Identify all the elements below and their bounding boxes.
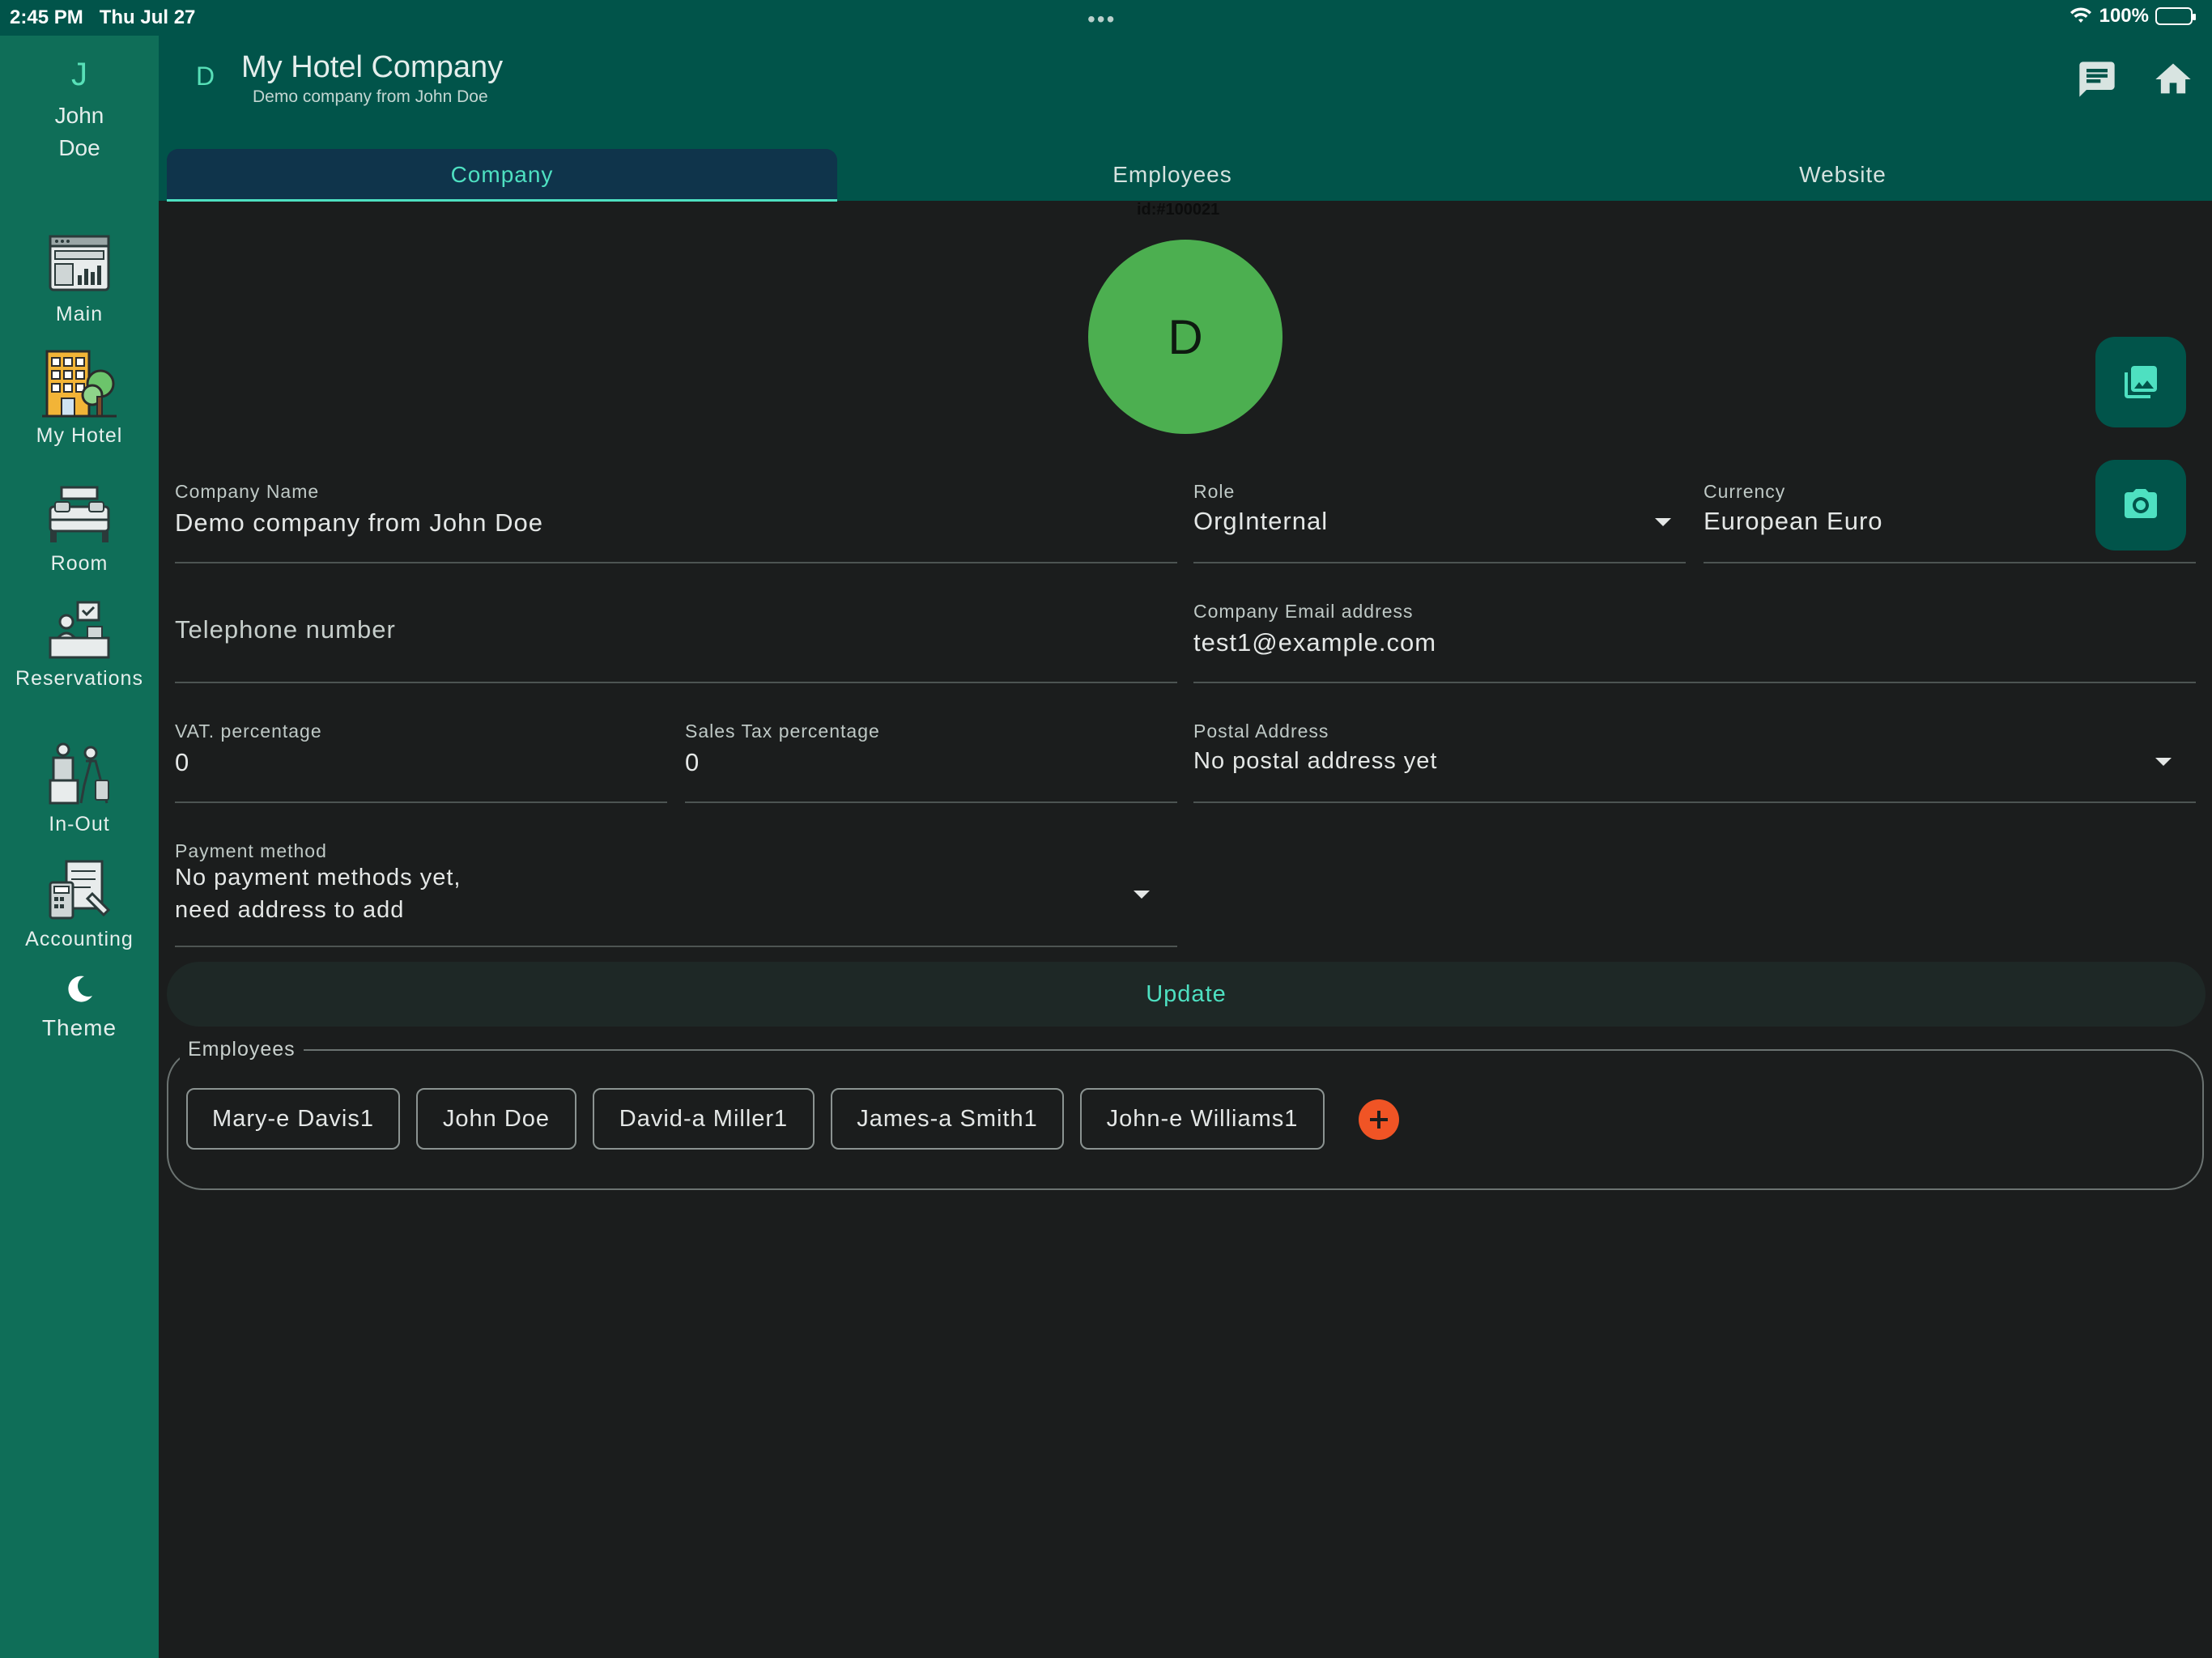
role-value: OrgInternal <box>1193 507 1329 535</box>
wifi-icon <box>2069 7 2091 23</box>
company-email-label: Company Email address <box>1193 601 1414 622</box>
dashboard-icon <box>49 235 110 291</box>
upload-image-button[interactable] <box>2095 337 2186 427</box>
company-name-value: Demo company from John Doe <box>175 508 544 537</box>
tab-indicator <box>167 199 837 202</box>
sidebar-item-in-out-label: In-Out <box>49 813 110 835</box>
company-name-field[interactable]: Company Name Demo company from John Doe <box>175 481 1177 563</box>
home-icon[interactable] <box>2152 58 2194 100</box>
sales-tax-field[interactable]: Sales Tax percentage 0 <box>685 721 1177 803</box>
company-email-value: test1@example.com <box>1193 628 1437 657</box>
tab-employees[interactable]: Employees <box>837 149 1508 201</box>
postal-address-value: No postal address yet <box>1193 748 1438 774</box>
currency-label: Currency <box>1704 481 1786 502</box>
payment-method-value-line2: need address to add <box>175 897 405 923</box>
page-subtitle: Demo company from John Doe <box>253 87 488 106</box>
multitasking-dots-icon[interactable]: ••• <box>1087 6 1116 32</box>
sidebar-item-in-out[interactable]: In-Out <box>0 740 159 836</box>
postal-address-label: Postal Address <box>1193 721 1329 742</box>
battery-percent: 100% <box>2099 5 2149 27</box>
employee-chip[interactable]: John-e Williams1 <box>1080 1088 1325 1150</box>
accounting-calculator-icon <box>49 860 111 920</box>
telephone-placeholder: Telephone number <box>175 615 396 644</box>
sidebar-item-my-hotel-label: My Hotel <box>36 424 123 447</box>
telephone-field[interactable]: Telephone number <box>175 601 1177 683</box>
add-employee-button[interactable] <box>1359 1099 1399 1140</box>
role-dropdown-arrow-icon <box>1655 518 1671 526</box>
reservations-desk-icon <box>49 601 110 659</box>
status-bar: 2:45 PM Thu Jul 27 ••• 100% <box>0 0 2212 36</box>
sidebar-item-main-label: Main <box>55 303 104 325</box>
postal-address-select[interactable]: Postal Address No postal address yet <box>1193 721 2196 803</box>
employee-chip[interactable]: John Doe <box>416 1088 576 1150</box>
checkin-luggage-icon <box>49 742 109 805</box>
company-avatar[interactable]: D <box>1088 240 1283 434</box>
payment-method-dropdown-arrow-icon <box>1134 891 1150 899</box>
page-title: My Hotel Company <box>241 50 504 84</box>
photo-library-icon <box>2125 366 2157 398</box>
status-time: 2:45 PM <box>10 6 83 28</box>
sidebar: J John Doe Main My Hotel Room Reservatio… <box>0 36 159 1658</box>
user-last-name: Doe <box>58 135 100 160</box>
room-bed-icon <box>49 486 110 542</box>
role-select[interactable]: Role OrgInternal <box>1193 481 1686 563</box>
update-button[interactable]: Update <box>167 962 2206 1027</box>
plus-icon <box>1370 1111 1388 1129</box>
sidebar-item-reservations[interactable]: Reservations <box>0 597 159 691</box>
currency-value: European Euro <box>1704 507 1883 535</box>
sidebar-item-theme[interactable]: Theme <box>0 973 159 1041</box>
sidebar-item-room[interactable]: Room <box>0 483 159 576</box>
sales-tax-label: Sales Tax percentage <box>685 721 880 742</box>
employees-legend: Employees <box>180 1038 304 1061</box>
company-initial[interactable]: D <box>196 62 215 91</box>
postal-address-dropdown-arrow-icon <box>2155 758 2172 766</box>
tab-company[interactable]: Company <box>167 149 837 201</box>
payment-method-value-line1: No payment methods yet, <box>175 865 462 891</box>
user-first-name: John <box>54 103 104 128</box>
company-name-label: Company Name <box>175 481 320 502</box>
employee-chip[interactable]: David-a Miller1 <box>593 1088 815 1150</box>
sales-tax-value: 0 <box>685 748 700 776</box>
sidebar-item-theme-label: Theme <box>41 1015 117 1040</box>
tab-bar: Company Employees Website <box>167 149 2206 201</box>
status-right: 100% <box>2069 5 2196 28</box>
status-date: Thu Jul 27 <box>99 6 196 28</box>
sidebar-item-accounting[interactable]: Accounting <box>0 858 159 951</box>
vat-percentage-field[interactable]: VAT. percentage 0 <box>175 721 667 803</box>
payment-method-select[interactable]: Payment method No payment methods yet, n… <box>175 840 1177 947</box>
user-initial: J <box>71 57 87 92</box>
sidebar-item-reservations-label: Reservations <box>15 667 143 690</box>
sidebar-item-room-label: Room <box>50 552 108 575</box>
company-id: id:#100021 <box>1137 201 1220 219</box>
battery-icon <box>2155 7 2196 25</box>
employee-chip[interactable]: Mary-e Davis1 <box>186 1088 400 1150</box>
employee-chip[interactable]: James-a Smith1 <box>831 1088 1064 1150</box>
sidebar-item-my-hotel[interactable]: My Hotel <box>0 343 159 448</box>
payment-method-label: Payment method <box>175 840 327 861</box>
sidebar-user[interactable]: J John Doe <box>0 57 159 164</box>
moon-icon <box>68 976 92 1002</box>
currency-field[interactable]: Currency European Euro <box>1704 481 2196 563</box>
hotel-building-icon <box>42 350 117 418</box>
company-email-field[interactable]: Company Email address test1@example.com <box>1193 601 2196 683</box>
vat-value: 0 <box>175 748 190 776</box>
sidebar-item-main[interactable]: Main <box>0 230 159 326</box>
sidebar-item-accounting-label: Accounting <box>25 928 134 950</box>
company-avatar-initial: D <box>1168 309 1203 364</box>
role-label: Role <box>1193 481 1236 502</box>
chat-icon[interactable] <box>2076 58 2118 100</box>
tab-website[interactable]: Website <box>1508 149 2178 201</box>
vat-label: VAT. percentage <box>175 721 322 742</box>
